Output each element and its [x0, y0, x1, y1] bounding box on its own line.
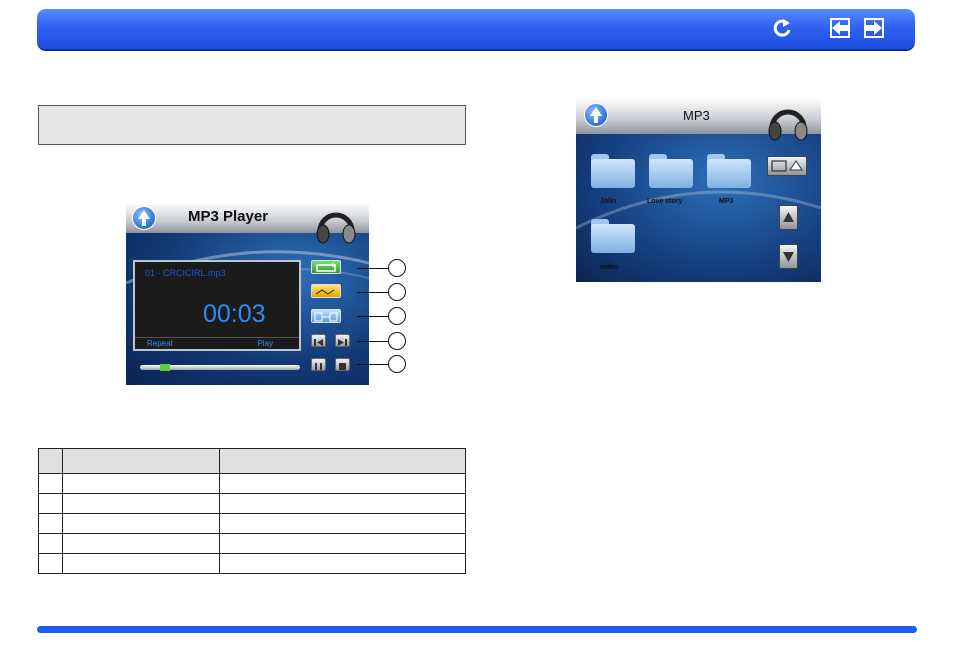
seek-handle[interactable] — [160, 364, 170, 371]
table-cell — [38, 473, 63, 494]
mp3-folder-browser-screenshot: MP3 Jolin Love story MP3 video — [576, 98, 821, 282]
table-cell — [219, 473, 466, 494]
pause-button[interactable] — [311, 358, 326, 371]
table-row — [38, 513, 466, 534]
repeat-mode-label: Repeat — [147, 339, 173, 348]
table-cell — [62, 513, 220, 534]
folder-label-jolin: Jolin — [600, 198, 617, 205]
home-arrow-icon[interactable] — [132, 206, 156, 230]
previous-track-button[interactable] — [311, 334, 326, 347]
callout-line-4 — [357, 341, 388, 342]
table-row — [38, 553, 466, 574]
play-status-label: Play — [257, 339, 273, 348]
repeat-icon — [316, 263, 336, 272]
pause-icon — [315, 363, 322, 370]
table-cell — [219, 553, 466, 574]
player-title: MP3 Player — [188, 208, 269, 225]
home-arrow-icon[interactable] — [584, 103, 608, 127]
stop-icon — [339, 363, 346, 370]
table-cell — [38, 493, 63, 514]
table-row — [38, 533, 466, 554]
playlist-icon — [314, 312, 338, 322]
folder-icon[interactable] — [591, 154, 635, 188]
callout-line-5 — [357, 364, 388, 365]
folder-icon[interactable] — [591, 219, 635, 253]
table-header-cell — [38, 448, 63, 474]
table-cell — [219, 513, 466, 534]
arrow-right-icon[interactable] — [863, 17, 885, 39]
table-cell — [219, 533, 466, 554]
folder-label-video: video — [600, 264, 619, 271]
repeat-button[interactable] — [311, 260, 341, 274]
track-name: 01 - CRCICIRL.mp3 — [145, 268, 226, 278]
scroll-up-button[interactable] — [779, 205, 798, 230]
table-header-cell — [219, 448, 466, 474]
equalizer-button[interactable] — [311, 284, 341, 298]
button-description-table — [38, 448, 466, 574]
skip-back-icon — [314, 339, 323, 346]
display-footer: Repeat Play — [135, 337, 299, 349]
next-track-button[interactable] — [335, 334, 350, 347]
callout-4 — [388, 332, 406, 350]
folder-up-icon — [771, 160, 803, 172]
table-cell — [38, 533, 63, 554]
table-cell — [62, 473, 220, 494]
table-cell — [62, 493, 220, 514]
callout-3 — [388, 307, 406, 325]
player-display: 01 - CRCICIRL.mp3 00:03 Repeat Play — [133, 260, 301, 351]
browser-title: MP3 — [683, 108, 710, 123]
playlist-button[interactable] — [311, 309, 341, 323]
callout-line-3 — [357, 316, 388, 317]
seek-bar[interactable] — [140, 364, 300, 371]
folder-icon[interactable] — [707, 154, 751, 188]
triangle-up-icon — [783, 212, 794, 222]
skip-forward-icon — [338, 339, 347, 346]
table-header-cell — [62, 448, 220, 474]
headphones-icon — [314, 207, 358, 247]
folder-label-love-story: Love story — [647, 198, 683, 205]
table-row — [38, 493, 466, 514]
callout-1 — [388, 259, 406, 277]
folder-icon[interactable] — [649, 154, 693, 188]
arrow-left-icon[interactable] — [829, 17, 851, 39]
headphones-icon — [766, 104, 810, 144]
table-cell — [62, 553, 220, 574]
triangle-down-icon — [783, 252, 794, 262]
table-cell — [38, 513, 63, 534]
parent-folder-button[interactable] — [767, 156, 807, 176]
scroll-down-button[interactable] — [779, 244, 798, 269]
stop-button[interactable] — [335, 358, 350, 371]
return-arrow-icon[interactable] — [772, 17, 794, 39]
equalizer-icon — [315, 289, 335, 295]
bottom-bar — [37, 626, 917, 633]
table-header-row — [38, 448, 466, 474]
folder-label-mp3: MP3 — [719, 198, 734, 205]
table-row — [38, 473, 466, 494]
table-cell — [62, 533, 220, 554]
callout-5 — [388, 355, 406, 373]
mp3-player-screenshot: MP3 Player 01 - CRCICIRL.mp3 00:03 Repea… — [126, 203, 369, 385]
elapsed-time: 00:03 — [203, 300, 266, 328]
table-cell — [219, 493, 466, 514]
table-cell — [38, 553, 63, 574]
callout-2 — [388, 283, 406, 301]
section-heading-box — [38, 105, 466, 145]
callout-line-2 — [357, 292, 388, 293]
top-navigation-bar — [37, 9, 915, 49]
callout-line-1 — [357, 268, 388, 269]
